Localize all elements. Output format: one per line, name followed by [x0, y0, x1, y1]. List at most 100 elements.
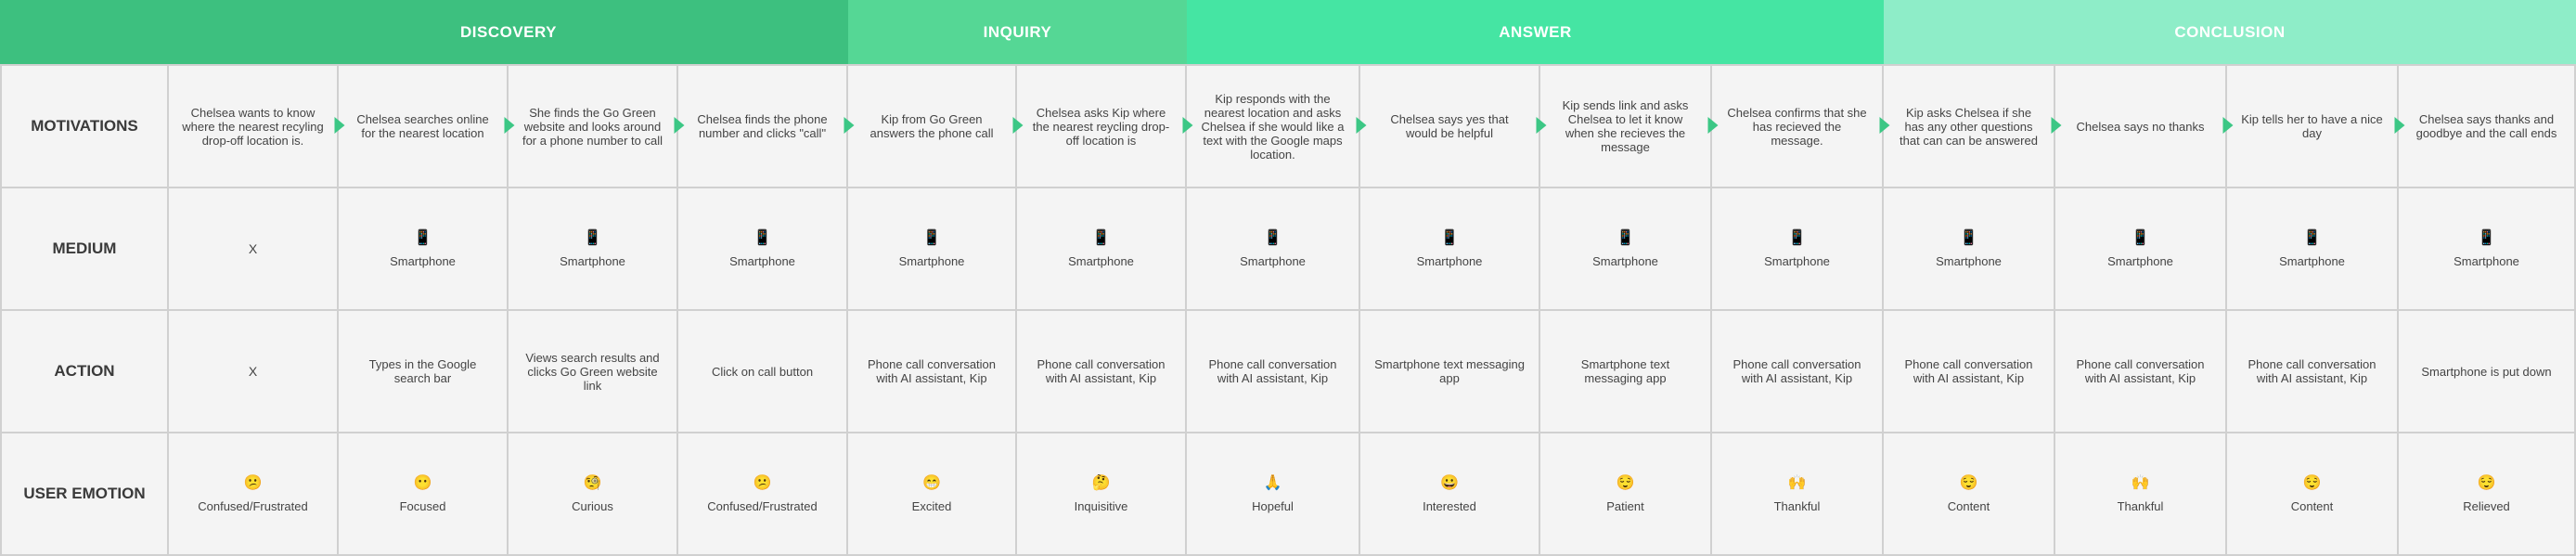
emotions-cell: 😌 Content	[1882, 432, 2055, 556]
emotions-cell: 😶 Focused	[337, 432, 509, 556]
emotion-emoji-icon: 😶	[413, 474, 432, 491]
medium-label: X	[248, 240, 258, 256]
emotion-emoji-icon: 😌	[1959, 474, 1978, 491]
motivations-text: Chelsea says yes that would be helpful	[1390, 112, 1509, 140]
flow-arrow-icon	[2051, 117, 2062, 134]
emotions-cell: 🙏 Hopeful	[1185, 432, 1360, 556]
emotion-emoji-icon: 😕	[243, 474, 263, 491]
medium-cell: 📱 Smartphone	[1185, 187, 1360, 311]
customer-journey-map: DISCOVERY INQUIRY ANSWER CONCLUSION MOTIVATI…	[0, 0, 2576, 556]
smartphone-icon: 📱	[2477, 229, 2496, 246]
smartphone-icon: 📱	[413, 229, 432, 246]
phase-header-inquiry: INQUIRY	[848, 0, 1187, 64]
emotion-emoji-icon: 😁	[922, 474, 941, 491]
emotions-cell: 🤔 Inquisitive	[1015, 432, 1187, 556]
emotions-label: Confused/Frustrated	[198, 498, 308, 513]
motivations-cell: She finds the Go Green website and looks…	[507, 64, 678, 188]
actions-text: Smartphone text messaging app	[1374, 357, 1525, 385]
medium-label: Smartphone	[898, 253, 965, 268]
motivations-text: Chelsea asks Kip where the nearest reycl…	[1032, 105, 1170, 148]
actions-cell: Click on call button	[676, 309, 848, 433]
flow-arrow-icon	[1536, 117, 1547, 134]
phase-header-discovery: DISCOVERY	[169, 0, 848, 64]
actions-text: Smartphone is put down	[2421, 364, 2552, 379]
emotions-cell: 🧐 Curious	[507, 432, 678, 556]
motivations-cell: Chelsea confirms that she has recieved t…	[1710, 64, 1884, 188]
phase-header-conclusion: CONCLUSION	[1884, 0, 2576, 64]
motivations-text: Chelsea wants to know where the nearest …	[182, 105, 324, 148]
emotions-cell: 🙌 Thankful	[2054, 432, 2227, 556]
emotion-emoji-icon: 🧐	[583, 474, 602, 491]
medium-cell: 📱 Smartphone	[2054, 187, 2227, 311]
motivations-cell: Chelsea says yes that would be helpful	[1359, 64, 1540, 188]
actions-cell: Smartphone text messaging app	[1359, 309, 1540, 433]
actions-text: Views search results and clicks Go Green…	[525, 350, 660, 393]
flow-arrow-icon	[504, 117, 515, 134]
actions-cell: Smartphone text messaging app	[1539, 309, 1712, 433]
emotions-label: Confused/Frustrated	[707, 498, 818, 513]
smartphone-icon: 📱	[1616, 229, 1635, 246]
motivations-cell: Chelsea searches online for the nearest …	[337, 64, 509, 188]
actions-cell: Phone call conversation with AI assistan…	[2225, 309, 2399, 433]
emotions-cell: 😕 Confused/Frustrated	[676, 432, 848, 556]
emotions-label: Excited	[911, 498, 952, 513]
medium-label: Smartphone	[1936, 253, 2002, 268]
smartphone-icon: 📱	[1440, 229, 1459, 246]
smartphone-icon: 📱	[922, 229, 941, 246]
flow-arrow-icon	[1356, 117, 1367, 134]
emotions-cell: 🙌 Thankful	[1710, 432, 1884, 556]
emotion-emoji-icon: 🤔	[1091, 474, 1111, 491]
actions-text: Phone call conversation with AI assistan…	[867, 357, 997, 385]
smartphone-icon: 📱	[1091, 229, 1111, 246]
medium-label: Smartphone	[1240, 253, 1306, 268]
actions-text: Phone call conversation with AI assistan…	[2248, 357, 2376, 385]
actions-cell: Phone call conversation with AI assistan…	[1882, 309, 2055, 433]
flow-arrow-icon	[334, 117, 345, 134]
medium-label: Smartphone	[1592, 253, 1658, 268]
phase-header-answer: ANSWER	[1187, 0, 1884, 64]
emotions-label: Thankful	[2117, 498, 2164, 513]
flow-arrow-icon	[1012, 117, 1024, 134]
actions-cell: Views search results and clicks Go Green…	[507, 309, 678, 433]
actions-text: Click on call button	[711, 364, 814, 379]
medium-label: Smartphone	[1416, 253, 1483, 268]
flow-arrow-icon	[1879, 117, 1890, 134]
emotions-label: Content	[2290, 498, 2334, 513]
motivations-text: Chelsea confirms that she has recieved t…	[1727, 105, 1867, 148]
smartphone-icon: 📱	[753, 229, 772, 246]
emotion-emoji-icon: 😌	[2477, 474, 2496, 491]
actions-text: X	[248, 363, 258, 379]
motivations-text: Kip responds with the nearest location a…	[1201, 91, 1345, 162]
actions-cell: X	[167, 309, 339, 433]
actions-cell: Phone call conversation with AI assistan…	[2054, 309, 2227, 433]
motivations-text: She finds the Go Green website and looks…	[522, 105, 663, 148]
medium-cell: 📱 Smartphone	[1359, 187, 1540, 311]
medium-label: Smartphone	[2279, 253, 2345, 268]
motivations-cell: Chelsea finds the phone number and click…	[676, 64, 848, 188]
flow-arrow-icon	[674, 117, 685, 134]
actions-cell: Phone call conversation with AI assistan…	[1185, 309, 1360, 433]
row-label-action: ACTION	[0, 309, 169, 433]
emotions-label: Hopeful	[1252, 498, 1294, 513]
emotions-cell: 😕 Confused/Frustrated	[167, 432, 339, 556]
medium-cell: X	[167, 187, 339, 311]
medium-cell: 📱 Smartphone	[676, 187, 848, 311]
medium-cell: 📱 Smartphone	[2397, 187, 2576, 311]
motivations-cell: Kip tells her to have a nice day	[2225, 64, 2399, 188]
actions-text: Phone call conversation with AI assistan…	[2076, 357, 2205, 385]
emotion-emoji-icon: 😕	[753, 474, 772, 491]
emotion-emoji-icon: 🙌	[2131, 474, 2150, 491]
medium-cell: 📱 Smartphone	[1882, 187, 2055, 311]
motivations-cell: Chelsea asks Kip where the nearest reycl…	[1015, 64, 1187, 188]
motivations-cell: Kip from Go Green answers the phone call	[846, 64, 1017, 188]
emotions-label: Patient	[1606, 498, 1644, 513]
motivations-text: Kip sends link and asks Chelsea to let i…	[1562, 98, 1689, 154]
motivations-cell: Kip sends link and asks Chelsea to let i…	[1539, 64, 1712, 188]
actions-cell: Phone call conversation with AI assistan…	[846, 309, 1017, 433]
emotions-cell: 😀 Interested	[1359, 432, 1540, 556]
medium-label: Smartphone	[1068, 253, 1134, 268]
medium-cell: 📱 Smartphone	[1015, 187, 1187, 311]
emotion-emoji-icon: 😌	[1616, 474, 1635, 491]
medium-label: Smartphone	[1764, 253, 1830, 268]
emotions-label: Curious	[572, 498, 613, 513]
